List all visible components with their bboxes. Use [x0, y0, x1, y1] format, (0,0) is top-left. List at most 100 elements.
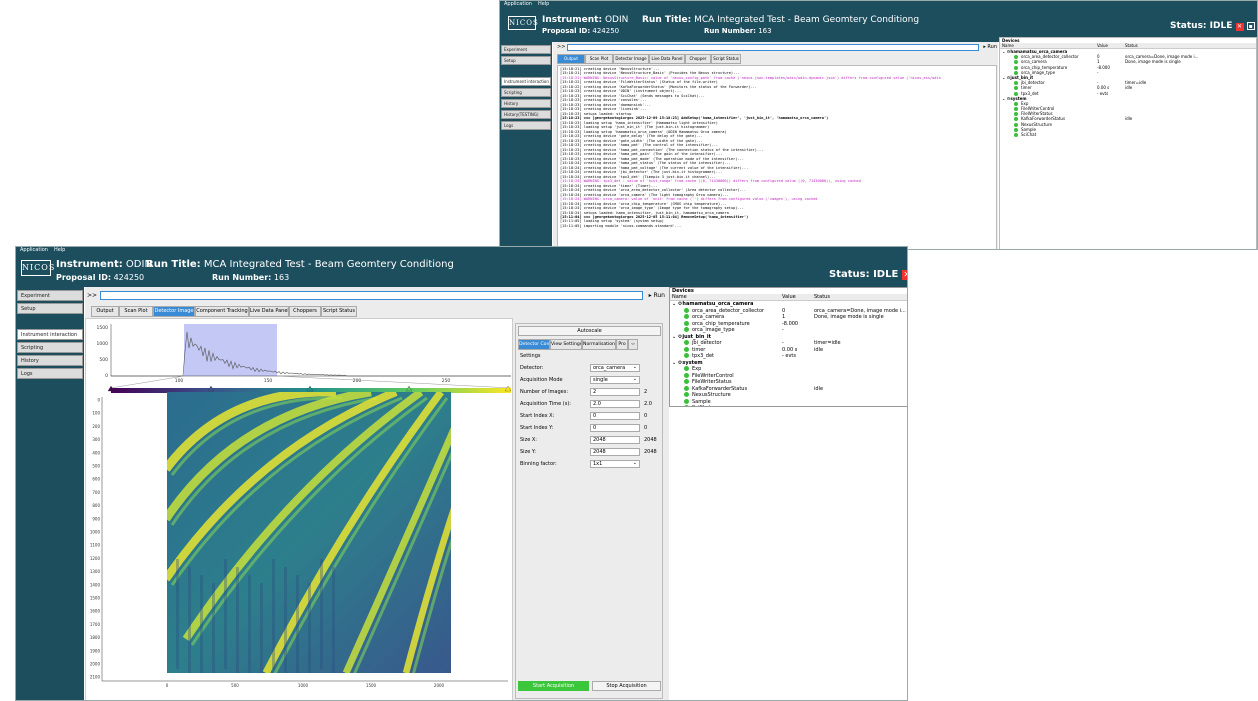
status-error-icon[interactable]: ✕	[901, 270, 907, 280]
setting-input[interactable]: 2	[590, 388, 640, 396]
image-texture-stripe	[212, 583, 215, 673]
tab-live-data-panel[interactable]: Live Data Panel	[249, 306, 289, 317]
subtab-scroll-arrows[interactable]: ‹›	[628, 339, 638, 350]
bg-sidebar-setup[interactable]: Setup	[501, 56, 551, 65]
setting-input[interactable]: 0	[590, 412, 640, 420]
bg-device-row[interactable]: tpx3_det - evts	[1000, 91, 1256, 96]
image-texture-stripe	[296, 575, 299, 673]
status-ok-icon	[684, 392, 689, 397]
setting-input[interactable]: 0	[590, 424, 640, 432]
bg-column-header[interactable]: Name	[1000, 43, 1095, 48]
bg-sidebar-history-testing[interactable]: History(TESTING)	[501, 110, 551, 119]
device-name: NexusStructure	[692, 392, 731, 398]
device-row[interactable]: SciChat	[670, 405, 907, 406]
device-row[interactable]: tpx3_det - evts	[670, 353, 907, 360]
device-name: FileWriterControl	[692, 372, 734, 379]
setting-readback: 0	[644, 425, 648, 431]
devices-panel: Devices Name Value Status ⌄ ⚙ hamamatsu_orca…	[669, 287, 907, 407]
device-name: orca_chip_temperature	[692, 320, 750, 327]
command-input[interactable]	[100, 290, 643, 300]
run-number: Run Number: 163	[212, 273, 290, 282]
image-texture-stripe	[248, 575, 251, 673]
bg-menu-application[interactable]: Application	[504, 1, 532, 7]
status-ok-icon	[684, 379, 689, 384]
setting-select[interactable]: 1x1 ⌄	[590, 460, 640, 468]
column-header[interactable]: Status	[812, 294, 907, 300]
bg-tab-output[interactable]: Output	[557, 54, 585, 64]
histogram-y-tick-label: 500	[99, 357, 108, 363]
run-button[interactable]: ▸ Run	[649, 292, 665, 299]
image-y-tick-label: 1100	[90, 543, 101, 548]
stop-acquisition-button[interactable]: Stop Acquisition	[592, 681, 661, 691]
sidebar-experiment[interactable]: Experiment	[17, 290, 83, 301]
bg-column-header[interactable]: Status	[1123, 43, 1253, 48]
tab-scan-plot[interactable]: Scan Plot	[119, 306, 153, 317]
image-texture-stripe	[176, 559, 179, 669]
bg-sidebar: Experiment Setup Instrument interaction …	[500, 42, 552, 249]
bg-status-error-icon[interactable]: ✕	[1235, 23, 1244, 31]
prompt: >>	[87, 291, 98, 299]
tab-choppers[interactable]: Choppers	[289, 306, 321, 317]
setting-readback: 0	[644, 413, 648, 419]
subtab-pro[interactable]: Pro	[616, 339, 628, 350]
detector-plot[interactable]: 1500 1000 500 0 100 150 200 250 0 100 200 300 400 500…	[86, 319, 514, 701]
bg-menu-help[interactable]: Help	[538, 1, 549, 7]
setting-select[interactable]: orca_camera ⌄	[590, 364, 640, 372]
setting-input[interactable]: 2048	[590, 436, 640, 444]
setting-readback: 2	[644, 389, 648, 395]
bg-device-row[interactable]: orca_image_type -	[1000, 70, 1256, 75]
bg-sidebar-instrument-interaction[interactable]: Instrument interaction	[501, 77, 551, 86]
bg-sidebar-logs[interactable]: Logs	[501, 121, 551, 130]
bg-run-button[interactable]: ▸ Run	[983, 44, 997, 50]
tab-output[interactable]: Output	[91, 306, 119, 317]
tab-script-status[interactable]: Script Status	[321, 306, 357, 317]
setting-value: 1x1	[593, 461, 603, 467]
setting-input[interactable]: 2048	[590, 448, 640, 456]
bg-command-input[interactable]	[567, 43, 980, 51]
sidebar-setup[interactable]: Setup	[17, 303, 83, 314]
setting-label: Binning factor:	[520, 461, 557, 467]
histogram-selection-region[interactable]	[184, 324, 277, 376]
bg-tab-chopper[interactable]: Chopper	[685, 54, 711, 64]
detector-plot-area: 1500 1000 500 0 100 150 200 250 0 100 200 300 400 500…	[85, 318, 514, 701]
bg-tab-scan-plot[interactable]: Scan Plot	[585, 54, 613, 64]
bg-tab-script-status[interactable]: Script Status	[711, 54, 741, 64]
devices-header: Name Value Status	[670, 294, 907, 301]
subtab-view-settings[interactable]: View Settings	[550, 339, 582, 350]
bg-tab-live-data-panel[interactable]: Live Data Panel	[649, 54, 685, 64]
image-texture-stripe	[308, 583, 311, 673]
image-texture-stripe	[236, 567, 239, 673]
bg-device-row[interactable]: SciChat	[1000, 132, 1256, 137]
subtab-normalisation[interactable]: Normalisation	[582, 339, 616, 350]
sidebar-logs[interactable]: Logs	[17, 368, 83, 379]
device-name: tpx3_det	[692, 353, 714, 359]
menu-application[interactable]: Application	[20, 247, 48, 253]
column-header[interactable]: Value	[780, 294, 812, 300]
tab-component-tracking[interactable]: Component Tracking	[195, 306, 249, 317]
bg-tab-detector-image[interactable]: Detector Image	[613, 54, 649, 64]
setting-row: Detector: orca_camera ⌄	[520, 362, 662, 374]
sidebar-history[interactable]: History	[17, 355, 83, 366]
setting-value: single	[593, 377, 608, 383]
bg-status-info-icon[interactable]: ▪	[1246, 22, 1255, 30]
device-name: orca_image_type	[692, 327, 735, 333]
subtab-detector-control[interactable]: Detector Control	[518, 339, 550, 350]
setting-label: Acquisition Time (s):	[520, 401, 571, 407]
bg-column-header[interactable]: Value	[1095, 43, 1123, 48]
tab-detector-image[interactable]: Detector Image	[153, 306, 195, 317]
setting-label: Start Index Y:	[520, 425, 554, 431]
autoscale-button[interactable]: Autoscale	[518, 326, 661, 336]
column-header[interactable]: Name	[670, 294, 780, 300]
start-acquisition-button[interactable]: Start Acquisition	[518, 681, 589, 691]
device-name: timer	[692, 346, 706, 353]
bg-sidebar-scripting[interactable]: Scripting	[501, 88, 551, 97]
image-texture-stripe	[224, 559, 227, 669]
image-y-tick-label: 1700	[90, 622, 101, 627]
setting-input[interactable]: 2.0	[590, 400, 640, 408]
sidebar-scripting[interactable]: Scripting	[17, 342, 83, 353]
bg-sidebar-history[interactable]: History	[501, 99, 551, 108]
setting-select[interactable]: single ⌄	[590, 376, 640, 384]
sidebar-instrument-interaction[interactable]: Instrument interaction	[17, 329, 83, 340]
menu-help[interactable]: Help	[54, 247, 65, 253]
bg-sidebar-experiment[interactable]: Experiment	[501, 45, 551, 54]
